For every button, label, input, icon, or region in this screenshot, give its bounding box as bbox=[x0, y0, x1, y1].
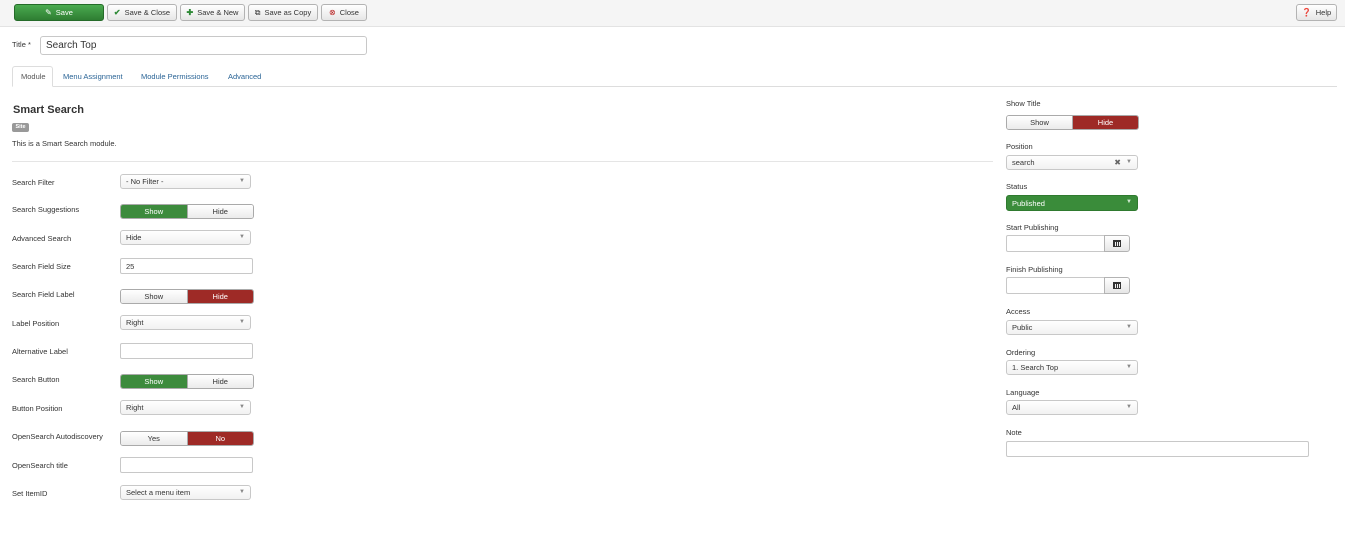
copy-icon: ⧉ bbox=[254, 7, 261, 17]
advanced-search-select[interactable]: Hide ▼ bbox=[120, 230, 251, 245]
show-title-hide[interactable]: Hide bbox=[1072, 116, 1138, 129]
pencil-square-icon: ✎ bbox=[45, 7, 52, 17]
search-filter-label: Search Filter bbox=[12, 178, 55, 187]
tab-menu-assignment[interactable]: Menu Assignment bbox=[55, 66, 131, 87]
show-title-show[interactable]: Show bbox=[1007, 116, 1072, 129]
module-title: Smart Search bbox=[13, 104, 84, 116]
opensearch-autodiscovery-yes[interactable]: Yes bbox=[121, 432, 187, 445]
toolbar: ✎ Save ✔ Save & Close ✚ Save & New ⧉ Sav… bbox=[0, 0, 1345, 27]
save-copy-button[interactable]: ⧉ Save as Copy bbox=[248, 4, 318, 21]
search-button-toggle: Show Hide bbox=[120, 374, 254, 389]
save-button[interactable]: ✎ Save bbox=[14, 4, 104, 21]
opensearch-title-label: OpenSearch title bbox=[12, 461, 68, 470]
set-itemid-label: Set ItemID bbox=[12, 489, 48, 498]
checkmark-icon: ✔ bbox=[113, 7, 121, 17]
chevron-down-icon: ▼ bbox=[1126, 364, 1132, 370]
button-position-label: Button Position bbox=[12, 404, 63, 413]
save-new-button[interactable]: ✚ Save & New bbox=[180, 4, 245, 21]
start-publishing-calendar-button[interactable] bbox=[1104, 235, 1130, 252]
position-select[interactable]: search ✖ ▼ bbox=[1006, 155, 1138, 170]
calendar-icon bbox=[1113, 240, 1121, 247]
search-button-hide[interactable]: Hide bbox=[186, 375, 253, 388]
status-label: Status bbox=[1006, 182, 1028, 191]
search-button-show[interactable]: Show bbox=[121, 375, 187, 388]
finish-publishing-input[interactable] bbox=[1006, 277, 1105, 294]
search-suggestions-toggle: Show Hide bbox=[120, 204, 254, 219]
ordering-select[interactable]: 1. Search Top ▼ bbox=[1006, 360, 1138, 375]
finish-publishing-calendar-button[interactable] bbox=[1104, 277, 1130, 294]
set-itemid-select[interactable]: Select a menu item ▼ bbox=[120, 485, 251, 500]
tab-advanced[interactable]: Advanced bbox=[220, 66, 269, 87]
module-description: This is a Smart Search module. bbox=[12, 139, 117, 148]
opensearch-autodiscovery-no[interactable]: No bbox=[186, 432, 253, 445]
note-input[interactable] bbox=[1006, 441, 1309, 457]
chevron-down-icon: ▼ bbox=[239, 489, 245, 495]
question-circle-icon: ❓ bbox=[1301, 7, 1312, 17]
show-title-toggle: Show Hide bbox=[1006, 115, 1139, 130]
start-publishing-label: Start Publishing bbox=[1006, 223, 1059, 232]
search-field-size-input[interactable]: 25 bbox=[120, 258, 253, 274]
plus-icon: ✚ bbox=[186, 7, 194, 17]
note-label: Note bbox=[1006, 428, 1022, 437]
clear-icon[interactable]: ✖ bbox=[1114, 158, 1121, 167]
access-label: Access bbox=[1006, 307, 1031, 316]
calendar-icon bbox=[1113, 282, 1121, 289]
opensearch-title-input[interactable] bbox=[120, 457, 253, 473]
search-suggestions-show[interactable]: Show bbox=[121, 205, 187, 218]
help-button[interactable]: ❓ Help bbox=[1296, 4, 1337, 21]
section-divider bbox=[12, 161, 993, 162]
start-publishing-input[interactable] bbox=[1006, 235, 1105, 252]
search-field-label-label: Search Field Label bbox=[12, 290, 75, 299]
label-position-label: Label Position bbox=[12, 319, 60, 328]
chevron-down-icon: ▼ bbox=[1126, 199, 1132, 205]
search-field-label-hide[interactable]: Hide bbox=[186, 290, 253, 303]
search-button-label: Search Button bbox=[12, 375, 60, 384]
tab-module[interactable]: Module bbox=[12, 66, 53, 87]
show-title-label: Show Title bbox=[1006, 99, 1041, 108]
save-close-button[interactable]: ✔ Save & Close bbox=[107, 4, 177, 21]
finish-publishing-label: Finish Publishing bbox=[1006, 265, 1063, 274]
close-button[interactable]: ⊗ Close bbox=[321, 4, 367, 21]
search-field-label-toggle: Show Hide bbox=[120, 289, 254, 304]
title-input[interactable]: Search Top bbox=[40, 36, 367, 55]
chevron-down-icon: ▼ bbox=[1126, 404, 1132, 410]
search-suggestions-label: Search Suggestions bbox=[12, 205, 80, 214]
title-label: Title * bbox=[12, 40, 31, 49]
ordering-label: Ordering bbox=[1006, 348, 1036, 357]
label-position-select[interactable]: Right ▼ bbox=[120, 315, 251, 330]
access-select[interactable]: Public ▼ bbox=[1006, 320, 1138, 335]
chevron-down-icon: ▼ bbox=[239, 404, 245, 410]
chevron-down-icon: ▼ bbox=[239, 319, 245, 325]
opensearch-autodiscovery-label: OpenSearch Autodiscovery bbox=[12, 432, 103, 441]
cancel-circle-icon: ⊗ bbox=[329, 7, 336, 17]
advanced-search-label: Advanced Search bbox=[12, 234, 72, 243]
chevron-down-icon: ▼ bbox=[1126, 324, 1132, 330]
alternative-label-input[interactable] bbox=[120, 343, 253, 359]
search-field-label-show[interactable]: Show bbox=[121, 290, 187, 303]
chevron-down-icon: ▼ bbox=[239, 178, 245, 184]
chevron-down-icon: ▼ bbox=[1126, 159, 1132, 165]
chevron-down-icon: ▼ bbox=[239, 234, 245, 240]
alternative-label-label: Alternative Label bbox=[12, 347, 68, 356]
search-field-size-label: Search Field Size bbox=[12, 262, 71, 271]
search-suggestions-hide[interactable]: Hide bbox=[186, 205, 253, 218]
button-position-select[interactable]: Right ▼ bbox=[120, 400, 251, 415]
site-badge: Site bbox=[12, 123, 29, 132]
opensearch-autodiscovery-toggle: Yes No bbox=[120, 431, 254, 446]
language-label: Language bbox=[1006, 388, 1040, 397]
status-select[interactable]: Published ▼ bbox=[1006, 195, 1138, 211]
tab-module-permissions[interactable]: Module Permissions bbox=[133, 66, 217, 87]
search-filter-select[interactable]: - No Filter - ▼ bbox=[120, 174, 251, 189]
position-label: Position bbox=[1006, 142, 1033, 151]
language-select[interactable]: All ▼ bbox=[1006, 400, 1138, 415]
